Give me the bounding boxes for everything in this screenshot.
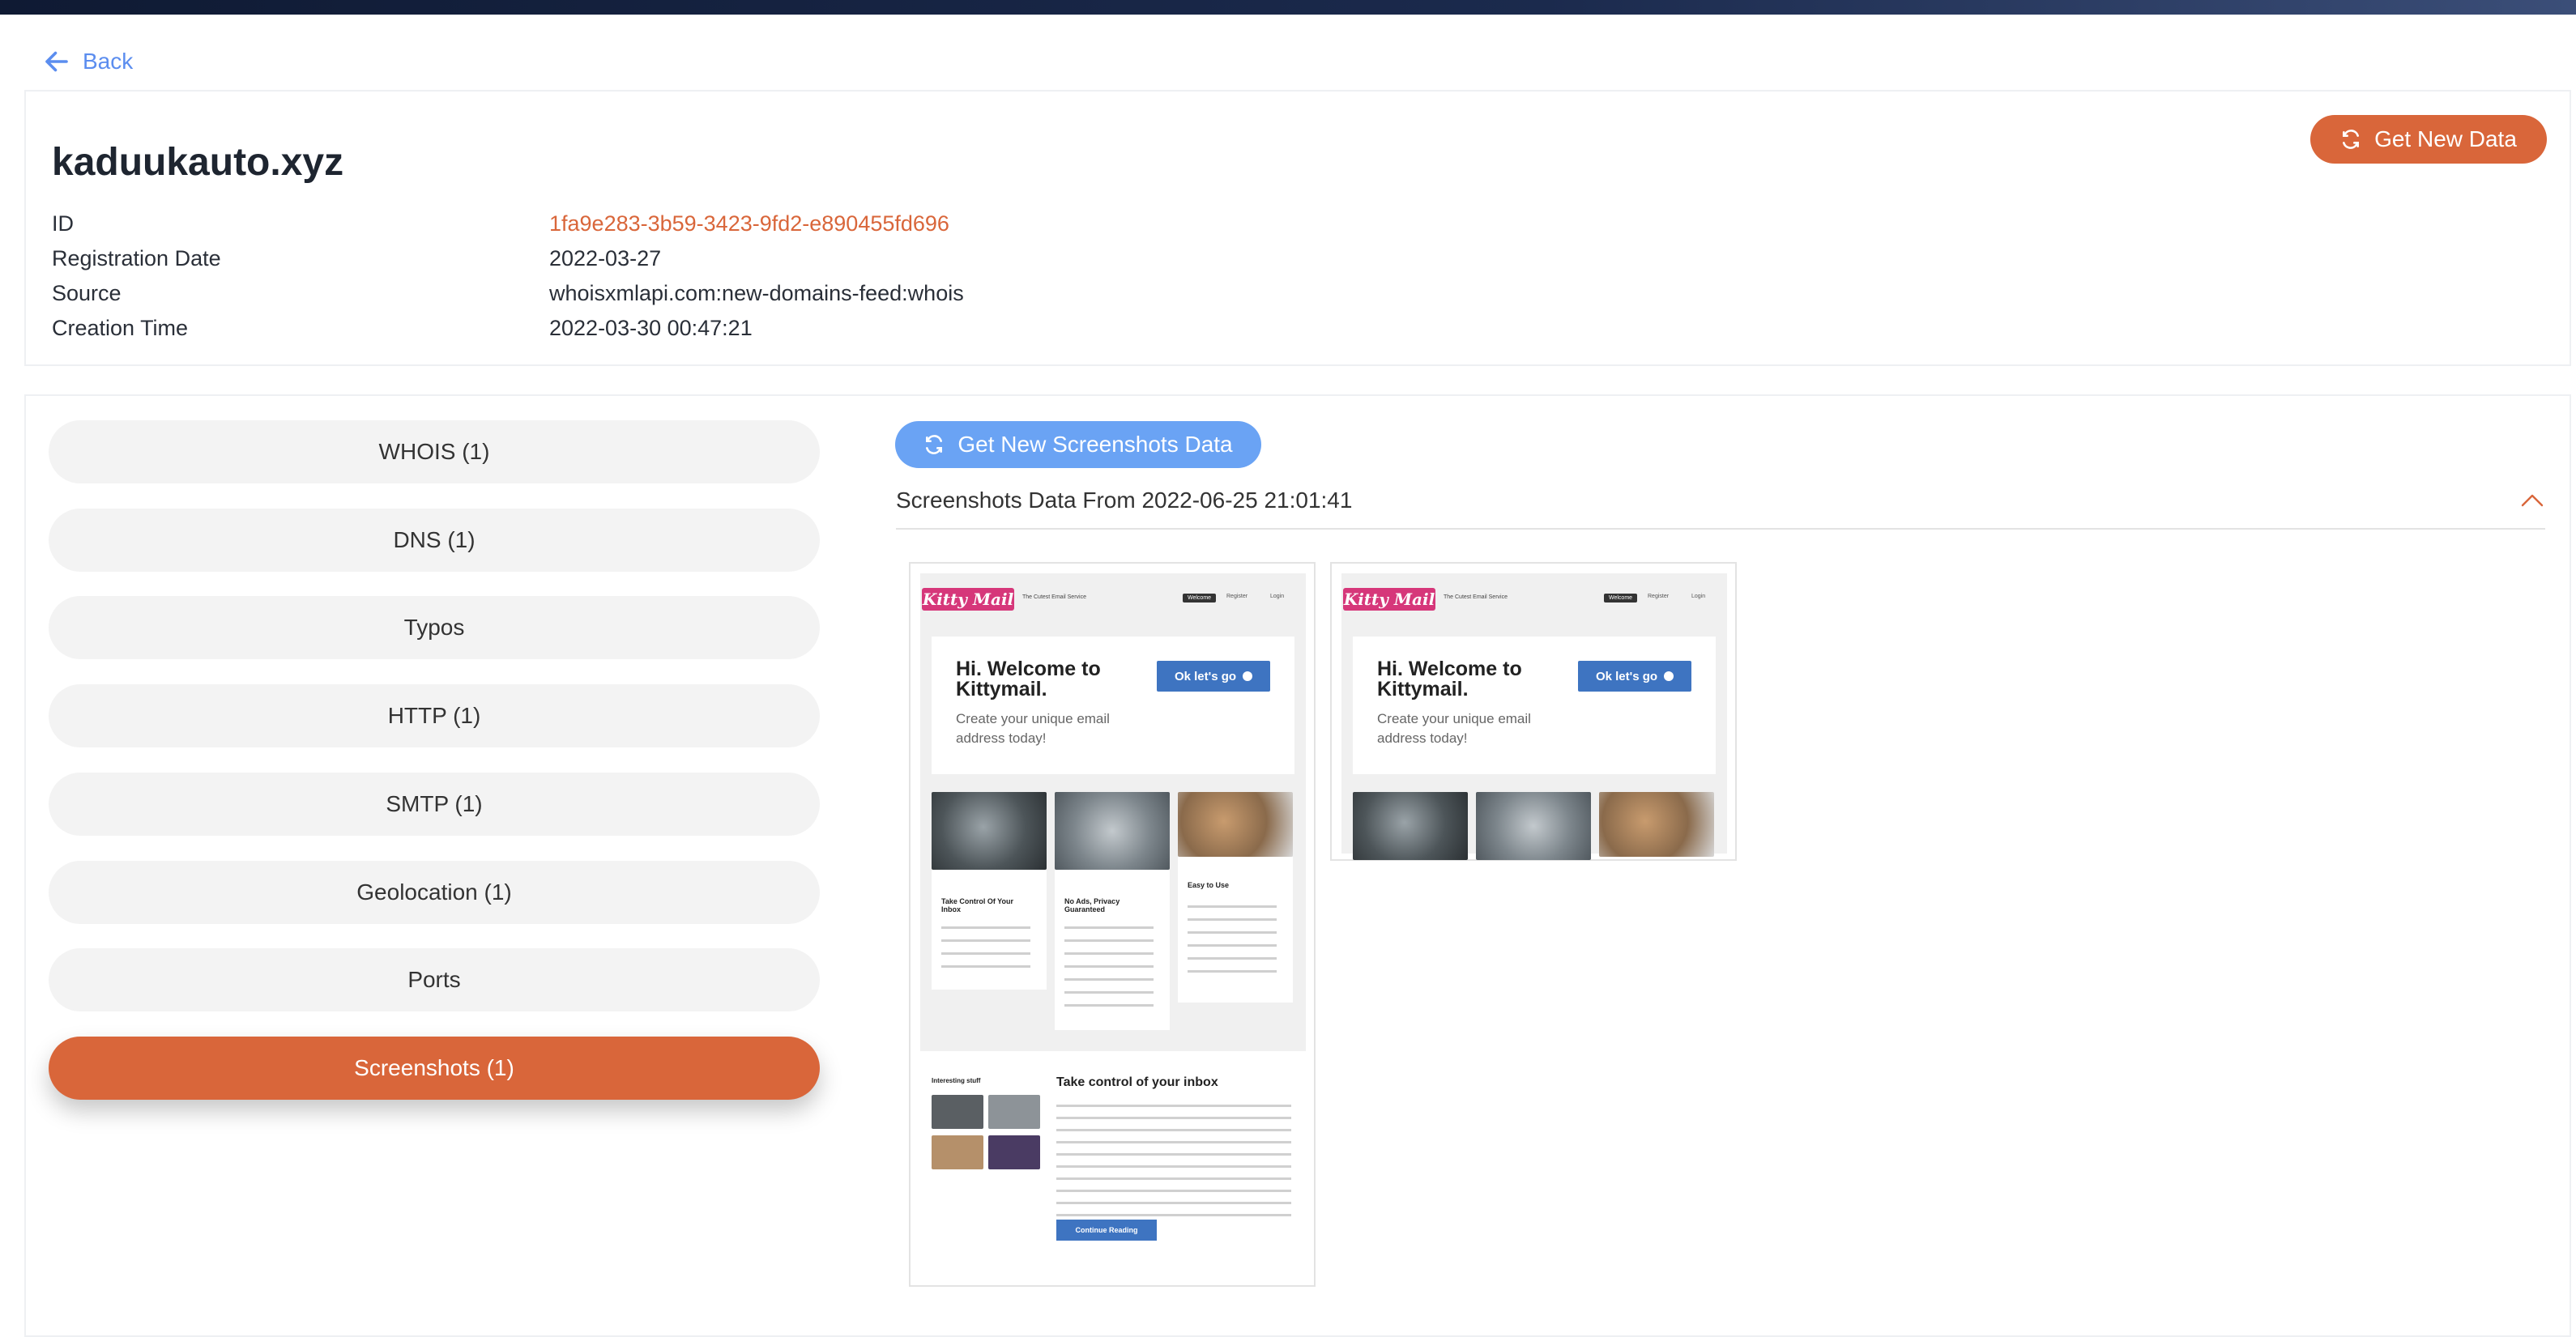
site-hero-title: Hi. Welcome to Kittymail. <box>956 658 1101 700</box>
continue-reading-button: Continue Reading <box>1056 1220 1157 1241</box>
feature-card: Easy to Use <box>1178 857 1293 1003</box>
site-nav-welcome: Welcome <box>1183 594 1217 603</box>
cat-photo <box>1599 792 1714 857</box>
refresh-icon <box>2343 130 2360 149</box>
field-value-source: whoisxmlapi.com:new-domains-feed:whois <box>549 281 964 305</box>
feature-title: No Ads, Privacy Guaranteed <box>1064 897 1120 913</box>
kittymail-logo: Kitty Mail <box>1343 588 1435 611</box>
domain-title: kaduukauto.xyz <box>52 141 344 184</box>
cat-thumbnail <box>932 1095 983 1129</box>
field-label-source: Source <box>52 281 122 305</box>
feature-card: No Ads, Privacy Guaranteed <box>1055 870 1170 1030</box>
screenshots-header-text: Screenshots Data From 2022-06-25 21:01:4… <box>896 488 1353 513</box>
domain-info-card: kaduukauto.xyz Get New Data ID 1fa9e283-… <box>24 90 2571 366</box>
site-cta-label: Ok let's go <box>1174 669 1237 683</box>
field-label-creation-time: Creation Time <box>52 316 189 340</box>
kittymail-tagline: The Cutest Email Service <box>1444 594 1508 600</box>
back-label: Back <box>83 49 134 74</box>
cat-photo <box>1476 792 1591 860</box>
refresh-icon <box>926 435 943 454</box>
cat-photo <box>1055 792 1170 870</box>
tab-geolocation[interactable]: Geolocation (1) <box>49 861 820 924</box>
screenshots-accordion-header[interactable]: Screenshots Data From 2022-06-25 21:01:4… <box>896 488 2545 530</box>
tab-smtp[interactable]: SMTP (1) <box>49 773 820 836</box>
site-nav-login: Login <box>1691 594 1706 599</box>
site-cta-label: Ok let's go <box>1595 669 1658 683</box>
arrow-circle-icon <box>1664 671 1674 681</box>
site-nav-register: Register <box>1648 594 1670 599</box>
site-cta-button: Ok let's go <box>1157 661 1270 692</box>
arrow-circle-icon <box>1243 671 1253 681</box>
cat-photo <box>932 792 1047 870</box>
kittymail-tagline: The Cutest Email Service <box>1022 594 1086 600</box>
field-value-registration-date: 2022-03-27 <box>549 246 662 270</box>
arrow-left-icon <box>45 51 68 72</box>
site-nav-login: Login <box>1270 594 1285 599</box>
get-new-screenshots-label: Get New Screenshots Data <box>957 432 1233 457</box>
field-label-registration-date: Registration Date <box>52 246 221 270</box>
feature-card: Take Control Of Your Inbox <box>932 870 1047 990</box>
tab-http[interactable]: HTTP (1) <box>49 684 820 747</box>
tab-typos[interactable]: Typos <box>49 596 820 659</box>
field-value-creation-time: 2022-03-30 00:47:21 <box>549 316 753 340</box>
interesting-stuff-title: Interesting stuff <box>932 1077 981 1084</box>
site-hero: Hi. Welcome to Kittymail. Create your un… <box>932 637 1294 774</box>
get-new-screenshots-button[interactable]: Get New Screenshots Data <box>895 421 1261 468</box>
get-new-data-label: Get New Data <box>2374 126 2517 151</box>
feature-title: Easy to Use <box>1188 881 1230 889</box>
site-cta-button: Ok let's go <box>1578 661 1691 692</box>
screenshot-thumbnail-cropped[interactable]: Kitty Mail The Cutest Email Service Welc… <box>1330 562 1737 861</box>
site-hero-subtitle: Create your unique email address today! <box>1377 711 1531 746</box>
tab-whois[interactable]: WHOIS (1) <box>49 420 820 483</box>
site-nav-register: Register <box>1226 594 1248 599</box>
tab-dns[interactable]: DNS (1) <box>49 509 820 572</box>
site-hero: Hi. Welcome to Kittymail. Create your un… <box>1353 637 1716 774</box>
site-hero-title: Hi. Welcome to Kittymail. <box>1377 658 1522 700</box>
get-new-data-button[interactable]: Get New Data <box>2310 115 2547 164</box>
cat-thumbnail <box>988 1135 1040 1169</box>
field-value-id[interactable]: 1fa9e283-3b59-3423-9fd2-e890455fd696 <box>549 211 949 236</box>
cat-photo <box>1178 792 1293 857</box>
cat-thumbnail <box>932 1135 983 1169</box>
cat-thumbnail <box>988 1095 1040 1129</box>
chevron-up-icon[interactable] <box>2519 491 2545 510</box>
feature-title: Take Control Of Your Inbox <box>941 897 1014 913</box>
site-nav-welcome: Welcome <box>1604 594 1638 603</box>
details-card: WHOIS (1) DNS (1) Typos HTTP (1) SMTP (1… <box>24 394 2571 1337</box>
field-label-id: ID <box>52 211 74 236</box>
section-title: Take control of your inbox <box>1056 1075 1218 1089</box>
tab-screenshots[interactable]: Screenshots (1) <box>49 1037 820 1100</box>
kittymail-logo: Kitty Mail <box>922 588 1014 611</box>
site-hero-subtitle: Create your unique email address today! <box>956 711 1110 746</box>
section-text <box>1056 1105 1291 1226</box>
back-link[interactable]: Back <box>42 47 133 76</box>
top-bar <box>0 0 2576 15</box>
cat-photo <box>1353 792 1468 860</box>
tab-ports[interactable]: Ports <box>49 948 820 1011</box>
screenshot-thumbnail-full[interactable]: Kitty Mail The Cutest Email Service Welc… <box>909 562 1316 1287</box>
